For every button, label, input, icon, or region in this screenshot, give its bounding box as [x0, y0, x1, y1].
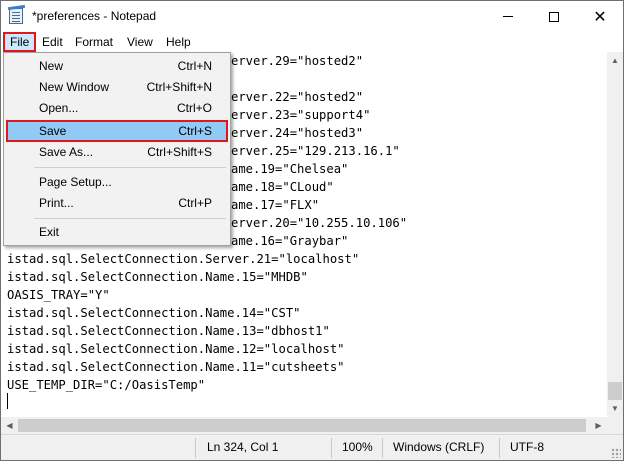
menu-separator: [34, 167, 226, 168]
text-line: USE_TEMP_DIR="C:/OasisTemp": [7, 378, 206, 392]
menu-bar: File Edit Format View Help: [1, 32, 623, 52]
menu-item-print[interactable]: Print... Ctrl+P: [6, 193, 228, 214]
menu-separator: [34, 218, 226, 219]
scroll-right-icon[interactable]: ▶: [590, 417, 607, 434]
text-line: ame.17="FLX": [231, 198, 320, 212]
vertical-scroll-thumb[interactable]: [608, 382, 622, 400]
resize-grip-icon[interactable]: [611, 448, 621, 458]
status-bar: Ln 324, Col 1 100% Windows (CRLF) UTF-8: [1, 434, 623, 460]
menu-item-label: New: [39, 59, 64, 73]
menu-item-new-window[interactable]: New Window Ctrl+Shift+N: [6, 77, 228, 98]
menu-item-open[interactable]: Open... Ctrl+O: [6, 98, 228, 119]
text-line: OASIS_TRAY="Y": [7, 288, 110, 302]
menu-edit[interactable]: Edit: [35, 32, 70, 52]
text-line: istad.sql.SelectConnection.Server.21="lo…: [7, 252, 360, 266]
maximize-button[interactable]: [531, 1, 577, 32]
menu-item-shortcut: Ctrl+P: [178, 196, 212, 210]
text-line: erver.23="support4": [231, 108, 371, 122]
menu-item-new[interactable]: New Ctrl+N: [6, 56, 228, 77]
menu-item-save[interactable]: Save Ctrl+S: [6, 120, 228, 142]
close-button[interactable]: ✕: [577, 1, 623, 32]
text-line: istad.sql.SelectConnection.Name.13="dbho…: [7, 324, 330, 338]
notepad-window: *preferences - Notepad ✕ File Edit Forma…: [0, 0, 624, 461]
text-caret: [7, 393, 8, 409]
text-line: istad.sql.SelectConnection.Name.15="MHDB…: [7, 270, 308, 284]
text-line: ame.18="CLoud": [231, 180, 334, 194]
title-bar: *preferences - Notepad ✕: [1, 1, 623, 32]
minimize-button[interactable]: [485, 1, 531, 32]
text-line: erver.25="129.213.16.1": [231, 144, 400, 158]
menu-item-shortcut: Ctrl+Shift+S: [147, 145, 212, 159]
close-icon: ✕: [593, 6, 607, 26]
vertical-scrollbar[interactable]: ▲ ▼: [607, 52, 623, 417]
text-line: erver.24="hosted3": [231, 126, 364, 140]
text-line: istad.sql.SelectConnection.Name.14="CST": [7, 306, 301, 320]
notepad-icon: [9, 8, 23, 24]
menu-item-label: Exit: [39, 225, 60, 239]
text-line: erver.22="hosted2": [231, 90, 364, 104]
menu-item-label: Save As...: [39, 145, 94, 159]
menu-item-shortcut: Ctrl+Shift+N: [146, 80, 212, 94]
menu-item-label: Save: [39, 124, 67, 138]
menu-item-save-as[interactable]: Save As... Ctrl+Shift+S: [6, 142, 228, 163]
text-line: ame.19="Chelsea": [231, 162, 349, 176]
menu-item-exit[interactable]: Exit: [6, 222, 228, 243]
scroll-left-icon[interactable]: ◀: [1, 417, 18, 434]
status-encoding: UTF-8: [510, 440, 544, 454]
menu-help[interactable]: Help: [159, 32, 198, 52]
status-line-ending: Windows (CRLF): [393, 440, 485, 454]
file-menu-dropdown: New Ctrl+N New Window Ctrl+Shift+N Open.…: [3, 52, 231, 246]
menu-item-label: Print...: [39, 196, 74, 210]
menu-item-label: Page Setup...: [39, 175, 112, 189]
horizontal-scroll-thumb[interactable]: [18, 419, 586, 432]
status-divider: [195, 438, 196, 458]
text-line: erver.29="hosted2": [231, 54, 364, 68]
text-line: istad.sql.SelectConnection.Name.11="cuts…: [7, 360, 345, 374]
window-title: *preferences - Notepad: [32, 9, 157, 23]
menu-item-page-setup[interactable]: Page Setup...: [6, 172, 228, 193]
scrollbar-corner: [607, 417, 623, 434]
menu-item-label: New Window: [39, 80, 110, 94]
minimize-icon: [503, 16, 513, 17]
menu-item-shortcut: Ctrl+O: [176, 101, 212, 115]
horizontal-scrollbar[interactable]: ◀ ▶: [1, 417, 607, 434]
menu-item-shortcut: Ctrl+S: [178, 124, 212, 138]
maximize-icon: [549, 11, 559, 22]
menu-view[interactable]: View: [120, 32, 160, 52]
text-line: istad.sql.SelectConnection.Name.12="loca…: [7, 342, 345, 356]
menu-item-label: Open...: [39, 101, 79, 115]
menu-format[interactable]: Format: [68, 32, 120, 52]
text-line: ame.16="Graybar": [231, 234, 349, 248]
scroll-up-icon[interactable]: ▲: [607, 52, 623, 69]
status-position: Ln 324, Col 1: [207, 440, 279, 454]
status-zoom: 100%: [342, 440, 373, 454]
menu-item-shortcut: Ctrl+N: [177, 59, 212, 73]
text-line: erver.20="10.255.10.106": [231, 216, 408, 230]
scroll-down-icon[interactable]: ▼: [607, 400, 623, 417]
menu-file[interactable]: File: [3, 32, 37, 52]
